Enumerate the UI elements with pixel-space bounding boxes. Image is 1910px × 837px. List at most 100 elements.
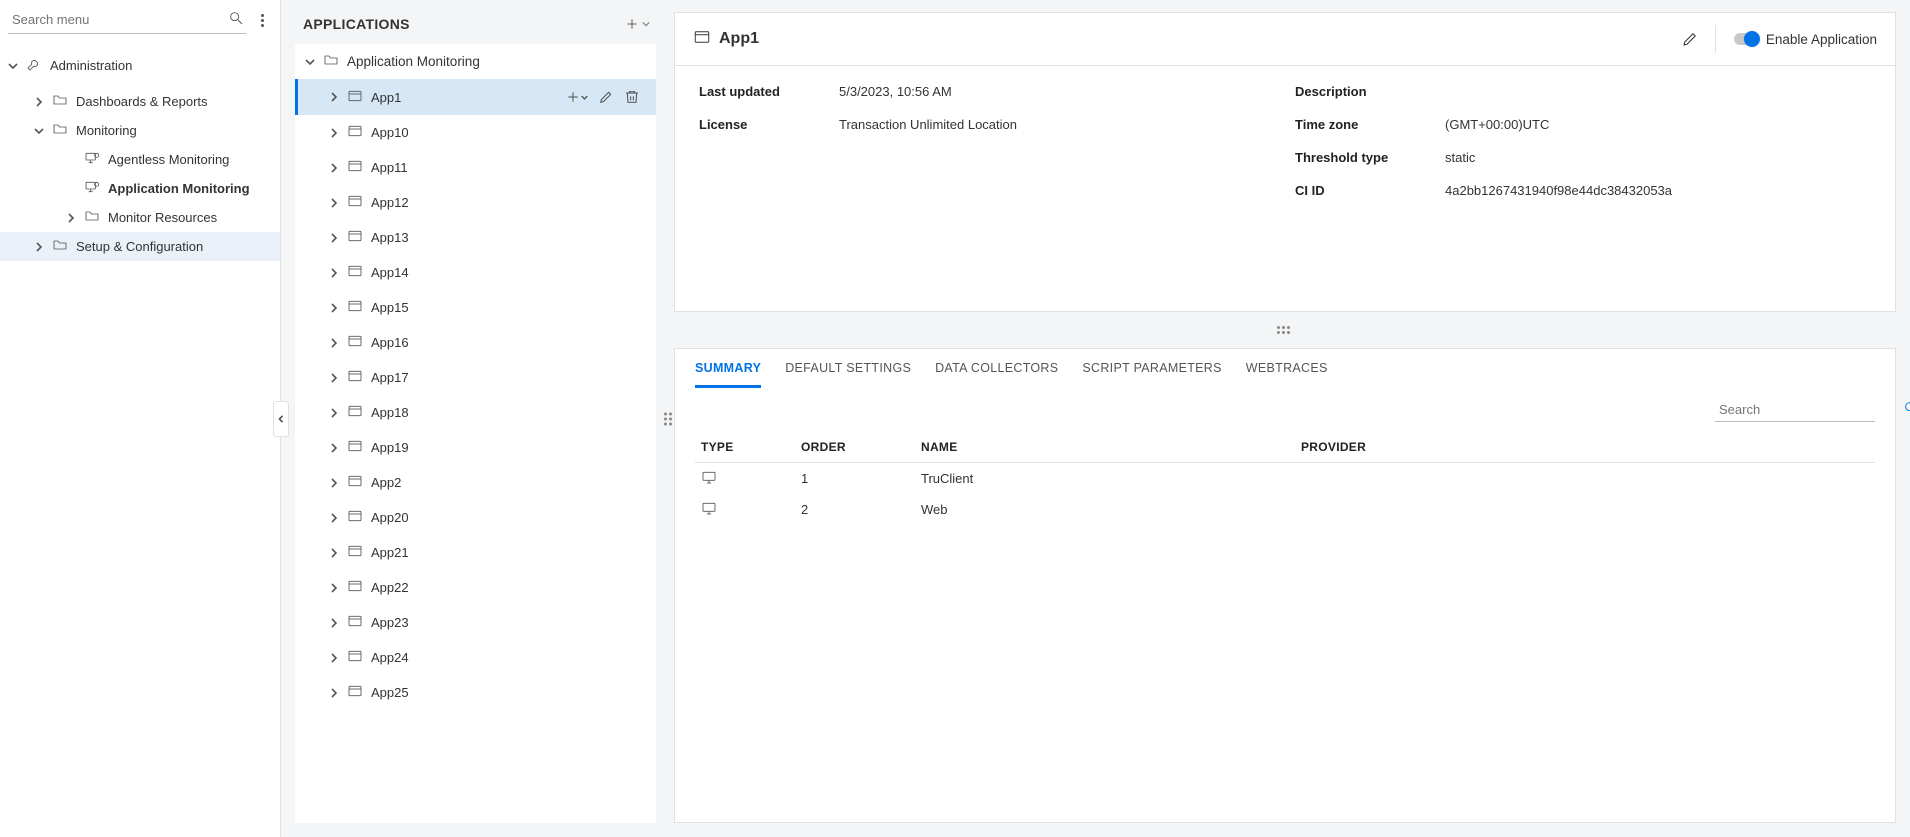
cell-type bbox=[695, 494, 795, 525]
applications-tree[interactable]: Application Monitoring App1App10App11App… bbox=[295, 44, 656, 823]
chevron-right-icon bbox=[66, 213, 76, 223]
app-item-label: App23 bbox=[371, 615, 646, 630]
summary-table: TYPE ORDER NAME PROVIDER 1TruClient2Web bbox=[695, 432, 1875, 525]
monitor-icon bbox=[701, 473, 717, 488]
app-icon bbox=[347, 333, 363, 352]
col-type[interactable]: TYPE bbox=[695, 432, 795, 463]
applications-tree-wrap: Application Monitoring App1App10App11App… bbox=[295, 44, 656, 823]
search-menu-wrap bbox=[8, 6, 246, 34]
wrench-icon bbox=[26, 56, 42, 75]
tab-webtraces[interactable]: WEBTRACES bbox=[1246, 361, 1328, 388]
chevron-right-icon bbox=[329, 688, 339, 698]
meta-ciid-label: CI ID bbox=[1295, 183, 1415, 198]
sidebar: Administration Dashboards & Reports Monit… bbox=[0, 0, 280, 837]
sidebar-item-application-monitoring[interactable]: Application Monitoring bbox=[0, 174, 280, 203]
nav-item-label: Agentless Monitoring bbox=[108, 152, 229, 167]
edit-row-button[interactable] bbox=[596, 87, 616, 107]
table-row[interactable]: 2Web bbox=[695, 494, 1875, 525]
table-row[interactable]: 1TruClient bbox=[695, 463, 1875, 495]
app-tree-item[interactable]: App2 bbox=[295, 465, 656, 500]
app-tree-item[interactable]: App17 bbox=[295, 360, 656, 395]
app-item-label: App21 bbox=[371, 545, 646, 560]
sidebar-item-dashboards-reports[interactable]: Dashboards & Reports bbox=[0, 87, 280, 116]
app-tree-item[interactable]: App23 bbox=[295, 605, 656, 640]
app-item-label: App24 bbox=[371, 650, 646, 665]
details-tabs: SUMMARY DEFAULT SETTINGS DATA COLLECTORS SC… bbox=[675, 349, 1895, 388]
sidebar-item-agentless-monitoring[interactable]: Agentless Monitoring bbox=[0, 145, 280, 174]
tab-summary[interactable]: SUMMARY bbox=[695, 361, 761, 388]
cell-type bbox=[695, 463, 795, 495]
app-icon bbox=[347, 158, 363, 177]
app-tree-item[interactable]: App25 bbox=[295, 675, 656, 710]
nav-item-label: Monitor Resources bbox=[108, 210, 217, 225]
table-search-input[interactable] bbox=[1717, 401, 1897, 418]
app-tree-item[interactable]: App21 bbox=[295, 535, 656, 570]
chevron-down-icon bbox=[8, 61, 18, 71]
tab-data-collectors[interactable]: DATA COLLECTORS bbox=[935, 361, 1058, 388]
chevron-right-icon bbox=[329, 653, 339, 663]
nav-section-administration[interactable]: Administration bbox=[0, 48, 280, 83]
app-tree-item[interactable]: App16 bbox=[295, 325, 656, 360]
chevron-right-icon bbox=[329, 583, 339, 593]
tree-root-application-monitoring[interactable]: Application Monitoring bbox=[295, 44, 656, 79]
app-icon bbox=[347, 263, 363, 282]
app-tree-item[interactable]: App15 bbox=[295, 290, 656, 325]
app-item-label: App14 bbox=[371, 265, 646, 280]
search-menu-input[interactable] bbox=[10, 11, 228, 28]
app-tree-item[interactable]: App19 bbox=[295, 430, 656, 465]
app-tree-item[interactable]: App12 bbox=[295, 185, 656, 220]
panel-splitter-handle[interactable] bbox=[664, 412, 674, 425]
col-provider[interactable]: PROVIDER bbox=[1295, 432, 1875, 463]
app-tree-item[interactable]: App22 bbox=[295, 570, 656, 605]
app-tree-item[interactable]: App24 bbox=[295, 640, 656, 675]
app-tree-item[interactable]: App18 bbox=[295, 395, 656, 430]
app-tree-item[interactable]: App20 bbox=[295, 500, 656, 535]
edit-button[interactable] bbox=[1679, 28, 1701, 50]
sidebar-item-monitor-resources[interactable]: Monitor Resources bbox=[0, 203, 280, 232]
nav-item-label: Dashboards & Reports bbox=[76, 94, 208, 109]
meta-description-label: Description bbox=[1295, 84, 1415, 99]
app-tree-item[interactable]: App14 bbox=[295, 255, 656, 290]
sidebar-collapse-handle[interactable] bbox=[273, 401, 289, 437]
app-tree-item[interactable]: App1 bbox=[295, 79, 656, 115]
chevron-right-icon bbox=[329, 303, 339, 313]
nav-item-label: Setup & Configuration bbox=[76, 239, 203, 254]
vertical-splitter-handle[interactable] bbox=[1276, 326, 1290, 334]
app-item-label: App22 bbox=[371, 580, 646, 595]
app-tree-item[interactable]: App13 bbox=[295, 220, 656, 255]
sidebar-item-setup-configuration[interactable]: Setup & Configuration bbox=[0, 232, 280, 261]
app-tree-item[interactable]: App10 bbox=[295, 115, 656, 150]
chevron-right-icon bbox=[329, 128, 339, 138]
vertical-dots-icon bbox=[254, 14, 270, 27]
chevron-right-icon bbox=[329, 618, 339, 628]
col-name[interactable]: NAME bbox=[915, 432, 1295, 463]
delete-row-button[interactable] bbox=[622, 87, 642, 107]
app-icon bbox=[347, 88, 363, 107]
app-icon bbox=[347, 368, 363, 387]
details-title: App1 bbox=[693, 28, 759, 51]
app-item-label: App25 bbox=[371, 685, 646, 700]
sidebar-item-monitoring[interactable]: Monitoring bbox=[0, 116, 280, 145]
tab-default-settings[interactable]: DEFAULT SETTINGS bbox=[785, 361, 911, 388]
details-header-actions: Enable Application bbox=[1679, 25, 1877, 53]
details-card-header: App1 Enable Application bbox=[675, 13, 1895, 66]
meta-license-value: Transaction Unlimited Location bbox=[839, 117, 1265, 132]
add-application-button[interactable] bbox=[622, 14, 652, 34]
app-icon bbox=[347, 683, 363, 702]
tab-script-parameters[interactable]: SCRIPT PARAMETERS bbox=[1082, 361, 1221, 388]
search-icon[interactable] bbox=[228, 10, 244, 29]
search-icon[interactable] bbox=[1903, 400, 1910, 419]
meta-ciid-value: 4a2bb1267431940f98e44dc38432053a bbox=[1445, 183, 1871, 198]
col-order[interactable]: ORDER bbox=[795, 432, 915, 463]
chevron-right-icon bbox=[329, 408, 339, 418]
add-child-button[interactable] bbox=[563, 87, 590, 107]
meta-last-updated-label: Last updated bbox=[699, 84, 809, 99]
app-icon bbox=[347, 613, 363, 632]
enable-application-toggle[interactable]: Enable Application bbox=[1715, 25, 1877, 53]
sidebar-more-menu[interactable] bbox=[252, 12, 272, 29]
app-tree-item[interactable]: App11 bbox=[295, 150, 656, 185]
folder-icon bbox=[52, 121, 68, 140]
app-item-label: App2 bbox=[371, 475, 646, 490]
meta-license-label: License bbox=[699, 117, 809, 132]
chevron-down-icon bbox=[305, 57, 315, 67]
